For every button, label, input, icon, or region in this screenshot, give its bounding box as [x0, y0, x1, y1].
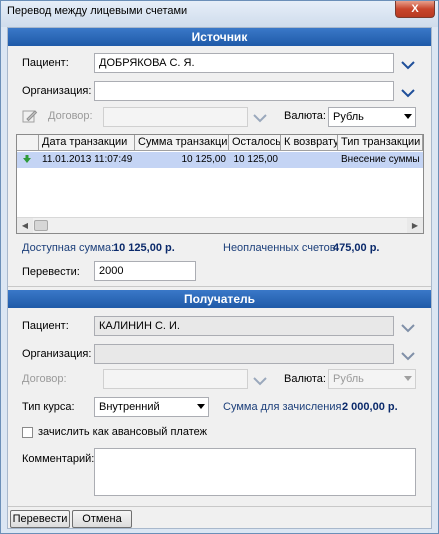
- chevron-down-icon: [252, 375, 268, 387]
- transfer-button[interactable]: Перевести: [10, 510, 70, 528]
- dropdown-arrow-icon: [404, 114, 412, 119]
- source-org-label: Организация:: [22, 85, 92, 97]
- cell-type: Внесение суммы на ...: [341, 154, 423, 165]
- unpaid-label: Неоплаченных счетов:: [223, 242, 339, 254]
- dialog-client: Источник Пациент: ДОБРЯКОВА С. Я. Органи…: [7, 27, 432, 529]
- title-bar[interactable]: Перевод между лицевыми счетами X: [1, 1, 438, 27]
- rate-type-label: Тип курса:: [22, 401, 75, 413]
- table-header-refund[interactable]: К возврату: [281, 135, 338, 151]
- chevron-down-icon[interactable]: [400, 59, 416, 71]
- rate-type-select[interactable]: Внутренний: [94, 397, 209, 417]
- dropdown-arrow-icon: [197, 404, 205, 409]
- scroll-thumb[interactable]: [34, 220, 48, 231]
- chevron-down-icon: [252, 112, 268, 124]
- dest-currency-label: Валюта:: [284, 373, 326, 385]
- source-org-field[interactable]: [94, 81, 394, 101]
- divider: [8, 506, 431, 507]
- source-currency-label: Валюта:: [284, 110, 326, 122]
- source-patient-field[interactable]: ДОБРЯКОВА С. Я.: [94, 53, 394, 73]
- dest-contract-field: [103, 369, 248, 389]
- available-value: 10 125,00 р.: [113, 242, 175, 254]
- window-title: Перевод между лицевыми счетами: [7, 5, 188, 17]
- comment-label: Комментарий:: [22, 453, 95, 465]
- table-header-marker: [17, 135, 39, 151]
- dest-currency-value: Рубль: [333, 373, 364, 385]
- advance-label[interactable]: зачислить как авансовый платеж: [38, 426, 207, 438]
- table-header-remaining[interactable]: Осталось: [229, 135, 281, 151]
- dest-patient-label: Пациент:: [22, 320, 69, 332]
- dest-org-field[interactable]: [94, 344, 394, 364]
- credit-label: Сумма для зачисления:: [223, 401, 345, 413]
- source-patient-label: Пациент:: [22, 57, 69, 69]
- pencil-icon[interactable]: [22, 108, 38, 124]
- transfer-label: Перевести:: [22, 266, 80, 278]
- close-button[interactable]: X: [395, 1, 435, 18]
- table-header-amount[interactable]: Сумма транзакции: [135, 135, 229, 151]
- credit-value: 2 000,00 р.: [342, 401, 398, 413]
- dest-org-label: Организация:: [22, 348, 92, 360]
- chevron-down-icon[interactable]: [400, 350, 416, 362]
- source-contract-label: Договор:: [48, 110, 93, 122]
- dest-currency-select: Рубль: [328, 369, 416, 389]
- cell-date: 11.01.2013 11:07:49: [42, 154, 133, 165]
- chevron-down-icon[interactable]: [400, 322, 416, 334]
- cell-amount: 10 125,00: [181, 154, 227, 165]
- source-header: Источник: [8, 28, 431, 46]
- transfer-amount-field[interactable]: 2000: [94, 261, 196, 281]
- table-header-type[interactable]: Тип транзакции: [338, 135, 423, 151]
- cancel-button[interactable]: Отмена: [72, 510, 132, 528]
- scroll-left-icon[interactable]: ◀: [17, 218, 33, 233]
- comment-field[interactable]: [94, 448, 416, 496]
- unpaid-value: 475,00 р.: [333, 242, 380, 254]
- dest-patient-field[interactable]: КАЛИНИН С. И.: [94, 316, 394, 336]
- dest-contract-label: Договор:: [22, 373, 67, 385]
- scroll-right-icon[interactable]: ▶: [407, 218, 423, 233]
- table-header-date[interactable]: Дата транзакции: [39, 135, 135, 151]
- advance-checkbox[interactable]: [22, 427, 33, 438]
- source-currency-select[interactable]: Рубль: [328, 107, 416, 127]
- cell-refund: [281, 152, 338, 168]
- table-row[interactable]: 11.01.2013 11:07:49 10 125,00 10 125,00 …: [17, 152, 423, 168]
- rate-type-value: Внутренний: [99, 401, 160, 413]
- transactions-table[interactable]: Дата транзакции Сумма транзакции Осталос…: [16, 134, 424, 234]
- dropdown-arrow-icon: [404, 376, 412, 381]
- dest-header: Получатель: [8, 290, 431, 308]
- source-currency-value: Рубль: [333, 111, 364, 123]
- horizontal-scrollbar[interactable]: ◀ ▶: [17, 217, 423, 233]
- chevron-down-icon[interactable]: [400, 87, 416, 99]
- divider: [8, 286, 431, 287]
- source-contract-field: [103, 107, 248, 127]
- green-arrow-icon: [19, 152, 37, 168]
- cell-remaining: 10 125,00: [233, 154, 279, 165]
- available-label: Доступная сумма:: [22, 242, 115, 254]
- dialog-window: Перевод между лицевыми счетами X Источни…: [0, 0, 439, 534]
